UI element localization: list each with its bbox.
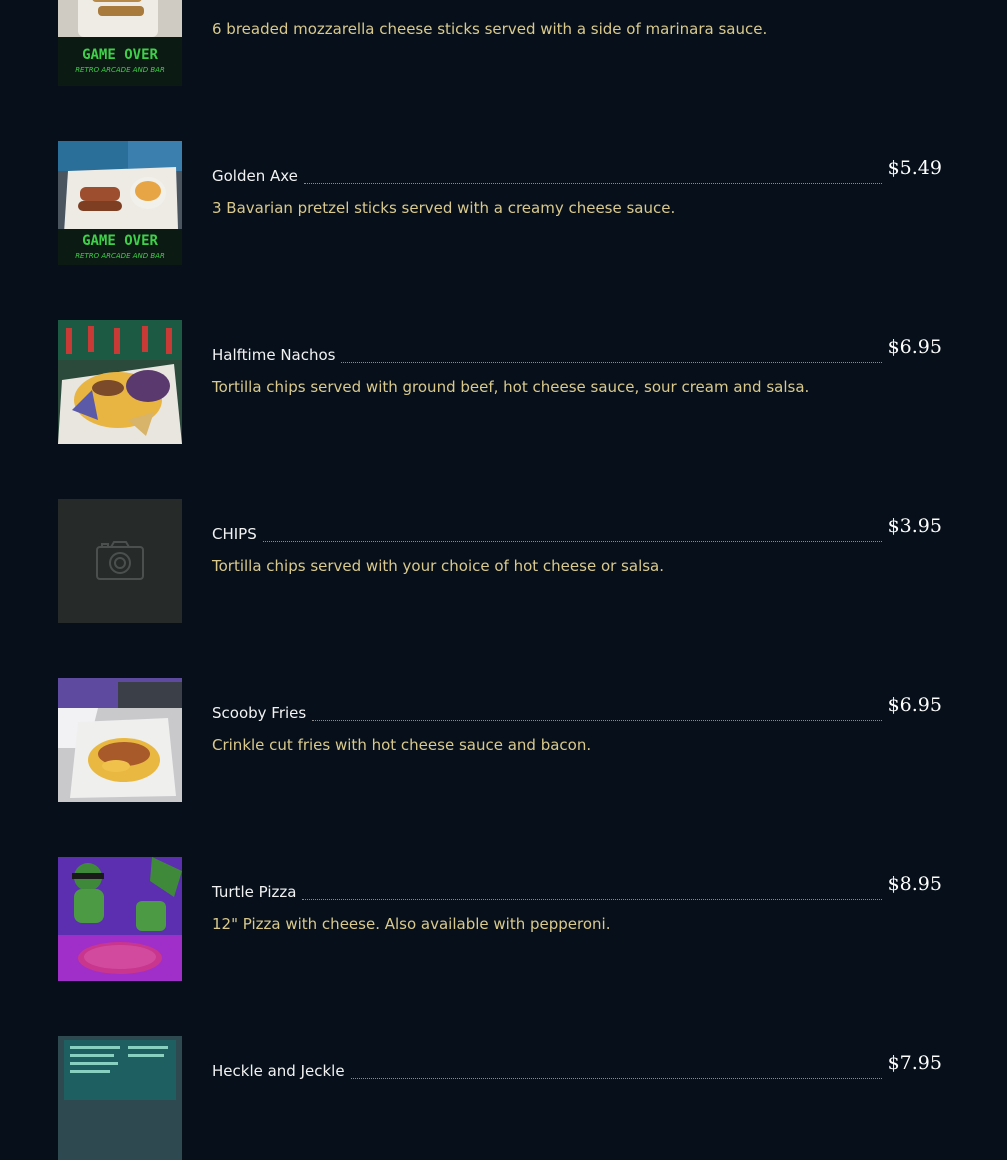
menu-item-name: Golden Axe (212, 167, 298, 185)
menu-item-header: Scooby Fries $6.95 (212, 694, 942, 723)
menu-item-name: CHIPS (212, 525, 257, 543)
menu-item-photo (58, 857, 182, 981)
menu-item-description: 6 breaded mozzarella cheese sticks serve… (212, 20, 768, 38)
menu-item-price: $6.95 (887, 336, 942, 358)
menu-item-description: 3 Bavarian pretzel sticks served with a … (212, 199, 676, 217)
menu-item-chips: CHIPS $3.95 Tortilla chips served with y… (58, 499, 942, 623)
menu-item-price: $3.95 (887, 515, 942, 537)
menu-item-description: Tortilla chips served with ground beef, … (212, 378, 810, 396)
menu-item-photo: GAME OVER RETRO ARCADE AND BAR (58, 141, 182, 265)
menu-item-header: CHIPS $3.95 (212, 515, 942, 544)
menu-item-name: Turtle Pizza (212, 883, 297, 901)
menu-item-price: $6.95 (887, 694, 942, 716)
game-over-logo-subtext: RETRO ARCADE AND BAR (75, 66, 165, 74)
menu-item-golden-axe: GAME OVER RETRO ARCADE AND BAR Golden Ax… (58, 141, 942, 265)
game-over-logo-subtext: RETRO ARCADE AND BAR (75, 252, 165, 260)
menu-item-scooby-fries: Scooby Fries $6.95 Crinkle cut fries wit… (58, 678, 942, 802)
menu-item-photo (58, 678, 182, 802)
menu-item-description: Crinkle cut fries with hot cheese sauce … (212, 736, 592, 754)
menu-item-name: Scooby Fries (212, 704, 307, 722)
menu-item-price: $5.49 (887, 157, 942, 179)
dotted-leader (262, 541, 882, 542)
menu-item-turtle-pizza: Turtle Pizza $8.95 12" Pizza with cheese… (58, 857, 942, 981)
menu-item-description: 12" Pizza with cheese. Also available wi… (212, 915, 611, 933)
dotted-leader (303, 183, 882, 184)
menu-item-heckle-and-jeckle: Heckle and Jeckle $7.95 (58, 1036, 942, 1160)
game-over-logo-text: GAME OVER (82, 233, 158, 249)
menu-item-photo (58, 1036, 182, 1160)
menu-item-photo (58, 320, 182, 444)
camera-icon (58, 499, 182, 623)
menu-item-header: Turtle Pizza $8.95 (212, 873, 942, 902)
menu-item-photo: GAME OVER RETRO ARCADE AND BAR (58, 0, 182, 86)
menu-item-name: Halftime Nachos (212, 346, 336, 364)
menu-item-price: $7.95 (887, 1052, 942, 1074)
dotted-leader (312, 720, 882, 721)
menu-item-header: Golden Axe $5.49 (212, 157, 942, 186)
menu-item-header: Heckle and Jeckle $7.95 (212, 1052, 942, 1081)
menu-item-name: Heckle and Jeckle (212, 1062, 345, 1080)
menu-item-halftime-nachos: Halftime Nachos $6.95 Tortilla chips ser… (58, 320, 942, 444)
menu-item-description: Tortilla chips served with your choice o… (212, 557, 665, 575)
menu-item-photo-placeholder (58, 499, 182, 623)
game-over-logo-text: GAME OVER (82, 47, 158, 63)
dotted-leader (302, 899, 882, 900)
menu-item-price: $8.95 (887, 873, 942, 895)
dotted-leader (350, 1078, 882, 1079)
dotted-leader (341, 362, 882, 363)
menu-item-mozzarella-sticks: GAME OVER RETRO ARCADE AND BAR 6 breaded… (58, 0, 942, 86)
menu-item-header: Halftime Nachos $6.95 (212, 336, 942, 365)
